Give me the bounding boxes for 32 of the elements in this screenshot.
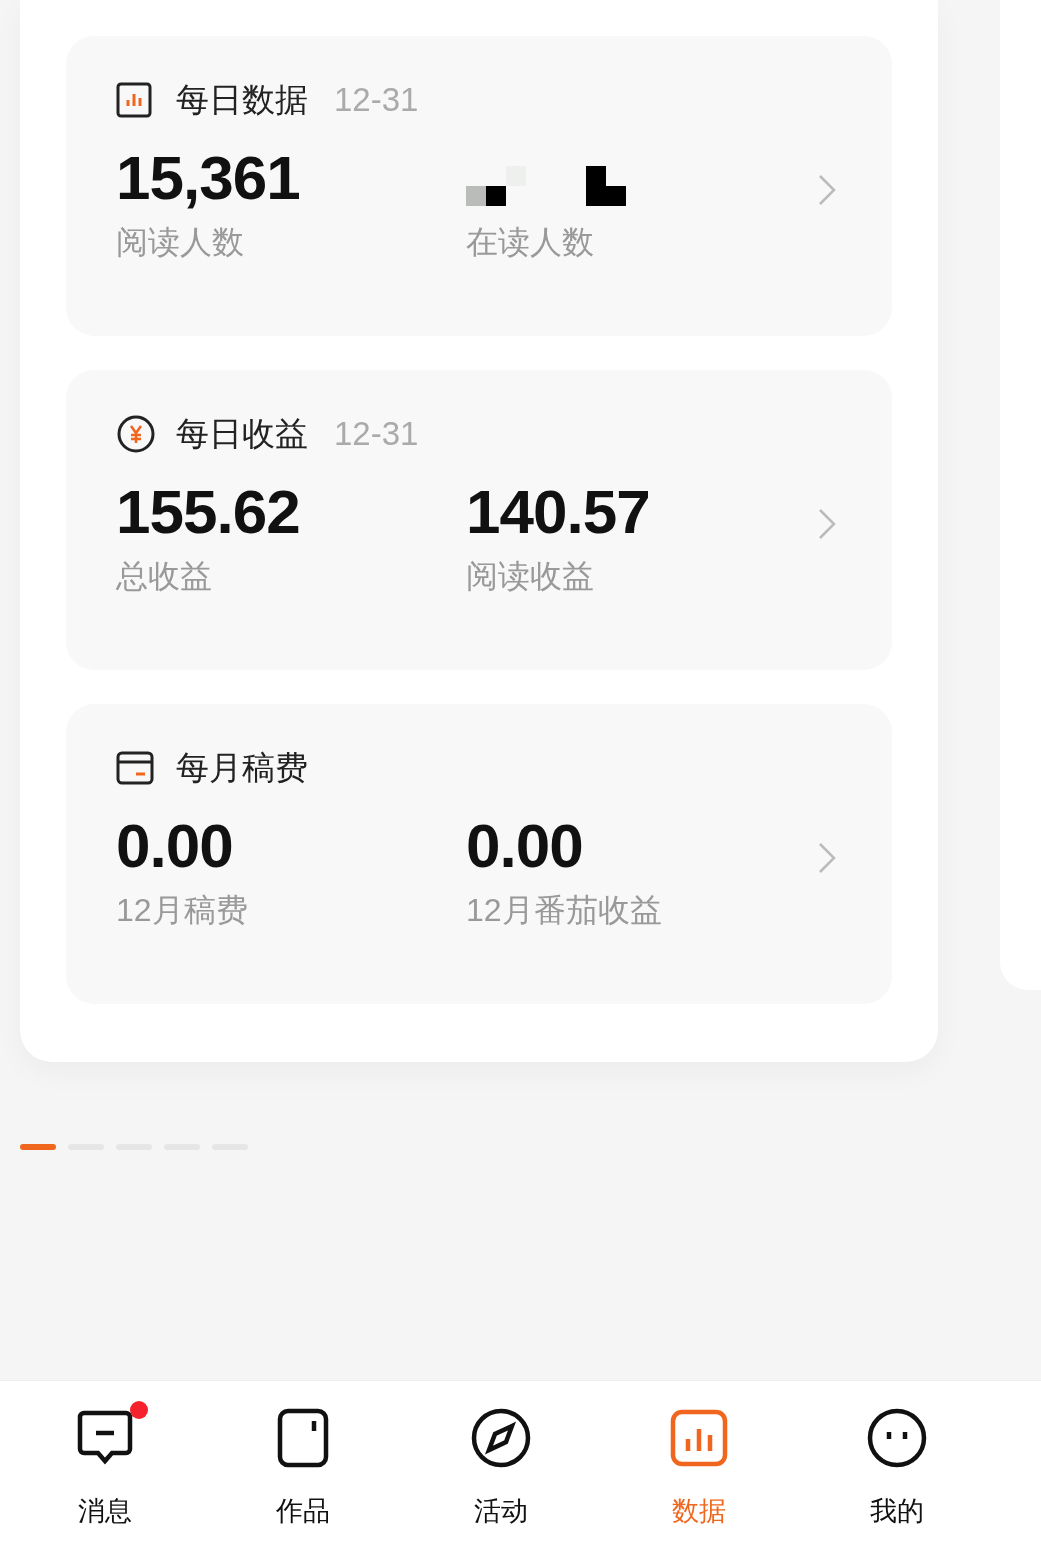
nav-tab[interactable]: 消息 [6,1389,204,1532]
date-label: 12-31 [334,80,419,121]
compass-icon [470,1407,532,1469]
card-title: 每日收益 [176,414,308,455]
nav-tab[interactable]: 活动 [402,1389,600,1532]
metric-value: 0.00 [466,810,584,882]
metric-label: 在读人数 [466,223,595,262]
metric-value: 15,361 [116,142,301,214]
metric-value: 155.62 [116,476,301,548]
metric-label: 总收益 [116,557,213,596]
metric-label: 阅读人数 [116,223,245,262]
nav-tab[interactable]: 我的 [798,1389,996,1532]
chevron-right-icon [818,842,836,874]
card-title: 每日数据 [176,80,308,121]
chevron-right-icon [818,174,836,206]
card-title: 每月稿费 [176,748,308,789]
chevron-right-icon [818,508,836,540]
stats-card[interactable]: 每日数据 12-31 15,361 阅读人数 在读人数 [66,36,892,336]
metric-value: 0.00 [116,810,234,882]
stats-card[interactable]: 每月稿费 0.00 12月稿费 0.00 12月番茄收益 [66,704,892,1004]
metric-label: 12月稿费 [116,891,249,930]
yen-icon [116,414,156,454]
metric-label: 12月番茄收益 [466,891,663,930]
chart-icon [668,1407,730,1469]
metric-label: 阅读收益 [466,557,595,596]
nav-tab[interactable]: 作品 [204,1389,402,1532]
card-icon [116,751,154,785]
face-icon [866,1407,928,1469]
date-label: 12-31 [334,414,419,455]
metric-value: 140.57 [466,476,651,548]
stats-card[interactable]: 每日收益 12-31 155.62 总收益 140.57 阅读收益 [66,370,892,670]
chart-icon [116,82,152,118]
